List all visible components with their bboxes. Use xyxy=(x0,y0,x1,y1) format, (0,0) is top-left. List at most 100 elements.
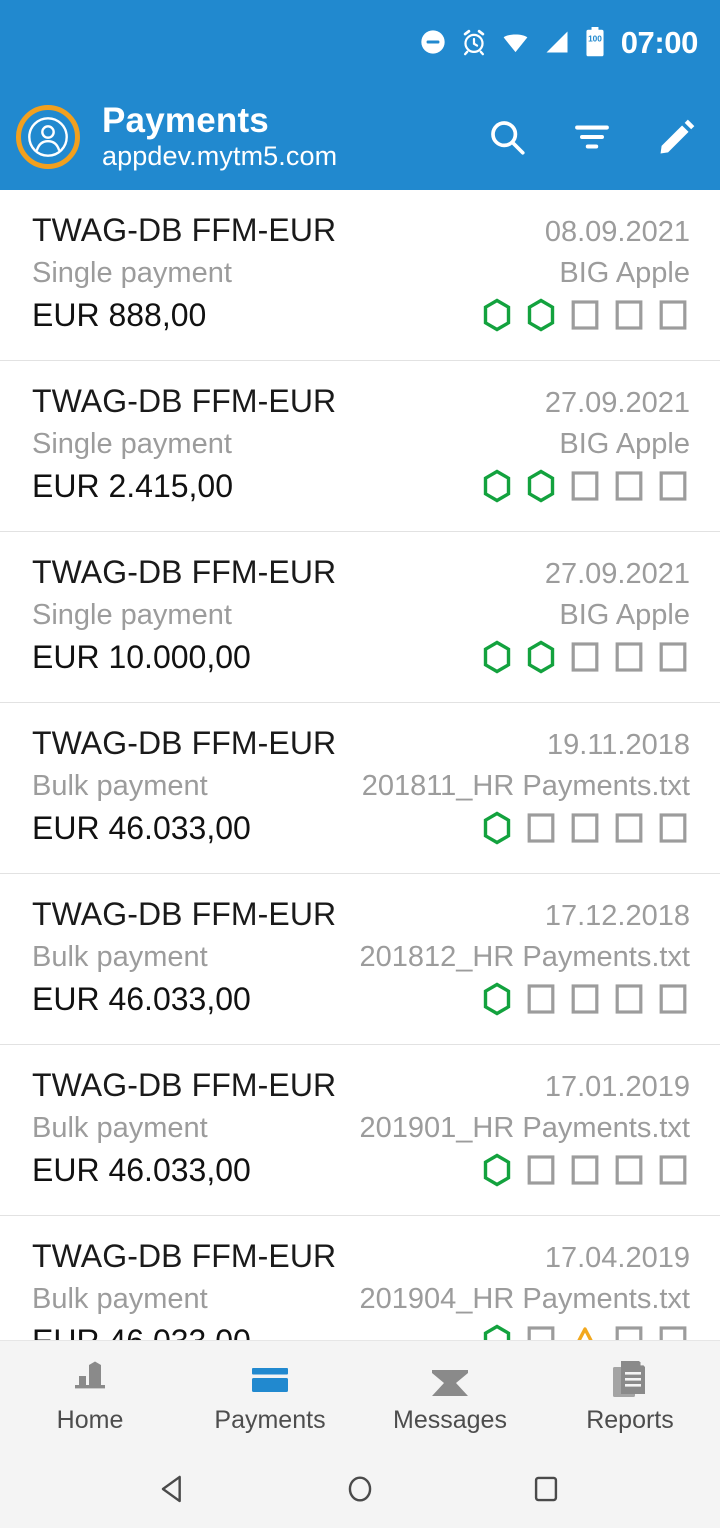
payment-amount: EUR 888,00 xyxy=(32,296,207,333)
status-step-grey xyxy=(568,980,602,1018)
payment-date: 27.09.2021 xyxy=(544,387,690,419)
status-step-grey xyxy=(568,638,602,676)
nav-item-home[interactable]: Home xyxy=(0,1359,180,1433)
status-step-green xyxy=(480,467,514,505)
payment-date: 27.09.2021 xyxy=(544,558,690,590)
status-step-green xyxy=(524,296,558,334)
status-step-grey xyxy=(656,1151,690,1189)
status-step-grey xyxy=(612,980,646,1018)
payment-account: TWAG-DB FFM-EUR xyxy=(32,383,337,419)
card-icon xyxy=(250,1359,290,1399)
payment-reference: 201811_HR Payments.txt xyxy=(361,770,690,802)
status-step-green xyxy=(480,1322,514,1340)
status-step-green xyxy=(480,980,514,1018)
status-step-grey xyxy=(524,809,558,847)
nav-item-label: Home xyxy=(56,1405,124,1434)
payment-status-steps xyxy=(480,1322,690,1340)
home-icon[interactable] xyxy=(332,1461,388,1517)
status-step-grey xyxy=(612,1322,646,1340)
status-step-green xyxy=(480,809,514,847)
app-bar-title-block: Payments appdev.mytm5.com xyxy=(102,101,474,173)
payment-row[interactable]: TWAG-DB FFM-EUR 19.11.2018 Bulk payment 201… xyxy=(0,703,720,874)
status-step-grey xyxy=(656,467,690,505)
status-step-grey xyxy=(656,296,690,334)
payment-type: Bulk payment xyxy=(32,770,208,802)
payment-row[interactable]: TWAG-DB FFM-EUR 17.04.2019 Bulk payment 201… xyxy=(0,1216,720,1340)
payment-account: TWAG-DB FFM-EUR xyxy=(32,1067,337,1103)
payment-row[interactable]: TWAG-DB FFM-EUR 17.12.2018 Bulk payment 201… xyxy=(0,874,720,1045)
nav-item-messages[interactable]: Messages xyxy=(360,1359,540,1433)
edit-icon[interactable] xyxy=(656,116,698,158)
status-step-grey xyxy=(612,1151,646,1189)
status-step-green xyxy=(480,1151,514,1189)
status-step-grey xyxy=(568,1151,602,1189)
status-bar: 100 07:00 xyxy=(0,0,720,84)
status-step-grey xyxy=(568,296,602,334)
bottom-navigation: Home Payments Messages Reports xyxy=(0,1340,720,1450)
alarm-icon xyxy=(460,28,488,56)
back-icon[interactable] xyxy=(146,1461,202,1517)
payment-type: Single payment xyxy=(32,428,232,460)
recents-icon[interactable] xyxy=(518,1461,574,1517)
search-icon[interactable] xyxy=(486,116,528,158)
wifi-icon xyxy=(501,28,530,57)
bank-icon xyxy=(70,1359,110,1399)
app-bar-actions xyxy=(486,116,698,158)
status-step-grey xyxy=(612,467,646,505)
nav-item-label: Messages xyxy=(393,1405,507,1434)
payment-date: 19.11.2018 xyxy=(547,729,690,761)
payment-account: TWAG-DB FFM-EUR xyxy=(32,896,337,932)
payment-type: Bulk payment xyxy=(32,941,208,973)
payment-reference: BIG Apple xyxy=(559,428,690,460)
payment-reference: BIG Apple xyxy=(559,257,690,289)
envelope-icon xyxy=(430,1359,470,1399)
status-step-grey xyxy=(524,1322,558,1340)
payment-status-steps xyxy=(480,980,690,1018)
payment-amount: EUR 46.033,00 xyxy=(32,980,251,1017)
payment-account: TWAG-DB FFM-EUR xyxy=(32,725,337,761)
status-step-grey xyxy=(612,638,646,676)
payment-status-steps xyxy=(480,296,690,334)
status-step-warning xyxy=(568,1322,602,1340)
payment-reference: 201904_HR Payments.txt xyxy=(359,1283,690,1315)
payment-date: 08.09.2021 xyxy=(544,216,690,248)
payment-date: 17.12.2018 xyxy=(544,900,690,932)
payment-type: Single payment xyxy=(32,599,232,631)
payment-type: Single payment xyxy=(32,257,232,289)
status-step-green xyxy=(480,296,514,334)
payment-row[interactable]: TWAG-DB FFM-EUR 27.09.2021 Single payment B… xyxy=(0,361,720,532)
payment-row[interactable]: TWAG-DB FFM-EUR 27.09.2021 Single payment B… xyxy=(0,532,720,703)
status-bar-clock: 07:00 xyxy=(620,24,699,60)
nav-item-label: Payments xyxy=(214,1405,326,1434)
filter-icon[interactable] xyxy=(571,116,613,158)
payment-type: Bulk payment xyxy=(32,1112,208,1144)
do-not-disturb-icon xyxy=(419,28,447,56)
payment-amount: EUR 46.033,00 xyxy=(32,1151,251,1188)
payment-account: TWAG-DB FFM-EUR xyxy=(32,212,337,248)
status-step-grey xyxy=(656,638,690,676)
payment-amount: EUR 10.000,00 xyxy=(32,638,251,675)
status-step-green xyxy=(480,638,514,676)
status-step-grey xyxy=(524,980,558,1018)
page-title: Payments xyxy=(102,101,269,141)
status-step-grey xyxy=(612,296,646,334)
nav-item-label: Reports xyxy=(586,1405,674,1434)
account-avatar-icon[interactable] xyxy=(16,105,80,169)
payments-list[interactable]: TWAG-DB FFM-EUR 08.09.2021 Single payment B… xyxy=(0,190,720,1340)
payment-row[interactable]: TWAG-DB FFM-EUR 17.01.2019 Bulk payment 201… xyxy=(0,1045,720,1216)
payment-status-steps xyxy=(480,638,690,676)
app-bar: Payments appdev.mytm5.com xyxy=(0,84,720,190)
payment-row[interactable]: TWAG-DB FFM-EUR 08.09.2021 Single payment B… xyxy=(0,190,720,361)
battery-icon: 100 xyxy=(584,27,606,57)
status-step-grey xyxy=(568,809,602,847)
payment-reference: BIG Apple xyxy=(559,599,690,631)
page-subtitle: appdev.mytm5.com xyxy=(102,141,338,172)
status-step-grey xyxy=(656,1322,690,1340)
payment-type: Bulk payment xyxy=(32,1283,208,1315)
payment-reference: 201901_HR Payments.txt xyxy=(359,1112,690,1144)
nav-item-reports[interactable]: Reports xyxy=(540,1359,720,1433)
status-step-grey xyxy=(524,1151,558,1189)
nav-item-payments[interactable]: Payments xyxy=(180,1359,360,1433)
payment-amount: EUR 2.415,00 xyxy=(32,467,234,504)
payment-date: 17.01.2019 xyxy=(544,1071,690,1103)
